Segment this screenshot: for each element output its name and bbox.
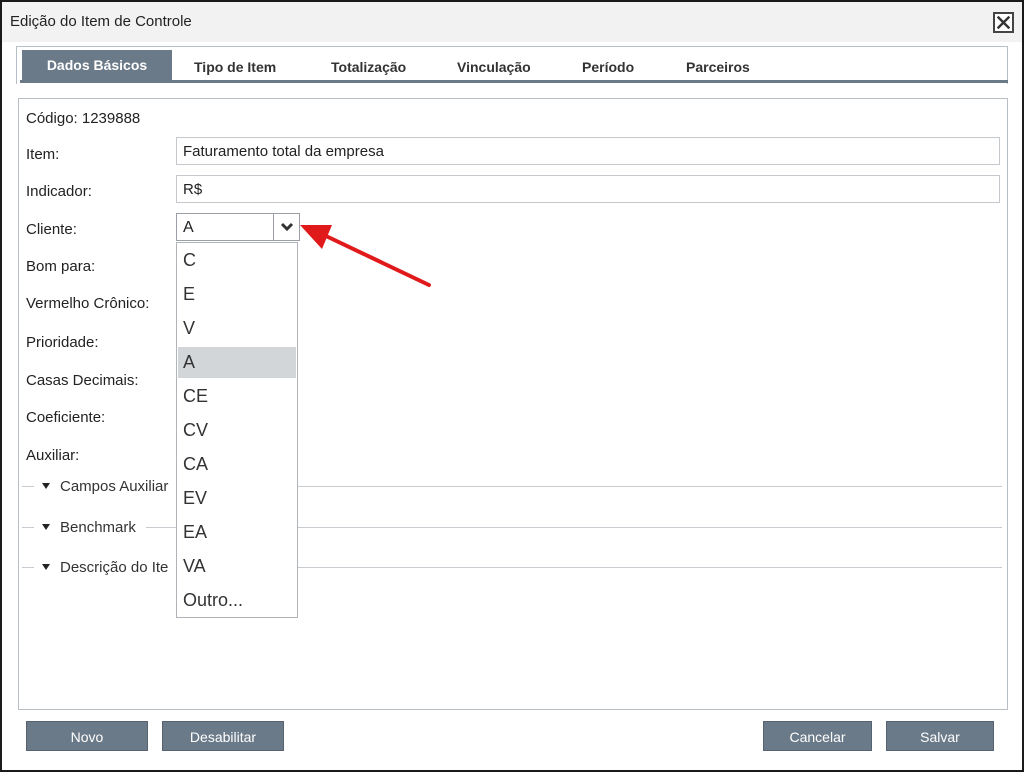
tab-tipo-de-item[interactable]: Tipo de Item <box>194 59 276 75</box>
cliente-select[interactable]: A <box>176 213 300 241</box>
indicador-input[interactable]: R$ <box>176 175 1000 203</box>
section-title: Benchmark <box>60 519 136 536</box>
dropdown-option[interactable]: EA <box>178 517 296 548</box>
dropdown-option[interactable]: CV <box>178 415 296 446</box>
section-divider <box>22 527 34 528</box>
tab-periodo[interactable]: Período <box>582 59 634 75</box>
tab-vinculacao[interactable]: Vinculação <box>457 59 531 75</box>
tab-parceiros[interactable]: Parceiros <box>686 59 750 75</box>
dropdown-option-selected[interactable]: A <box>178 347 296 378</box>
close-icon <box>997 16 1010 29</box>
cliente-dropdown-list: C E V A CE CV CA EV EA VA Outro... <box>176 242 298 618</box>
item-label: Item: <box>26 146 60 163</box>
caret-down-icon <box>42 524 50 530</box>
codigo-label: Código: 1239888 <box>26 110 141 127</box>
auxiliar-label: Auxiliar: <box>26 447 80 464</box>
annotation-arrow-icon <box>300 225 431 287</box>
cliente-select-value: A <box>183 219 194 236</box>
bom-para-label: Bom para: <box>26 258 96 275</box>
dropdown-option[interactable]: VA <box>178 551 296 582</box>
prioridade-label: Prioridade: <box>26 334 99 351</box>
indicador-label: Indicador: <box>26 183 92 200</box>
cancelar-button[interactable]: Cancelar <box>763 721 872 751</box>
dropdown-option[interactable]: E <box>178 279 296 310</box>
casas-decimais-label: Casas Decimais: <box>26 372 139 389</box>
caret-down-icon <box>42 564 50 570</box>
dialog-window: Edição do Item de Controle Dados Básicos… <box>0 0 1024 772</box>
desabilitar-button[interactable]: Desabilitar <box>162 721 284 751</box>
coeficiente-label: Coeficiente: <box>26 409 106 426</box>
tab-dados-basicos[interactable]: Dados Básicos <box>22 50 172 81</box>
section-divider <box>180 567 1002 568</box>
dropdown-option[interactable]: CE <box>178 381 296 412</box>
salvar-button[interactable]: Salvar <box>886 721 994 751</box>
tab-underline <box>20 80 1008 83</box>
section-divider <box>22 486 34 487</box>
section-title: Descrição do Ite <box>60 559 169 576</box>
title-bar: Edição do Item de Controle <box>2 2 1022 42</box>
section-divider <box>180 486 1002 487</box>
section-divider <box>22 567 34 568</box>
vermelho-cronico-label: Vermelho Crônico: <box>26 295 150 312</box>
dialog-title: Edição do Item de Controle <box>10 13 192 30</box>
close-button[interactable] <box>993 12 1014 33</box>
tab-totalizacao[interactable]: Totalização <box>331 59 406 75</box>
dropdown-option[interactable]: C <box>178 245 296 276</box>
dropdown-option[interactable]: Outro... <box>178 585 296 616</box>
dropdown-option[interactable]: CA <box>178 449 296 480</box>
dropdown-option[interactable]: V <box>178 313 296 344</box>
item-input[interactable]: Faturamento total da empresa <box>176 137 1000 165</box>
section-title: Campos Auxiliar <box>60 478 169 495</box>
caret-down-icon <box>42 483 50 489</box>
dropdown-option[interactable]: EV <box>178 483 296 514</box>
novo-button[interactable]: Novo <box>26 721 148 751</box>
cliente-label: Cliente: <box>26 221 77 238</box>
